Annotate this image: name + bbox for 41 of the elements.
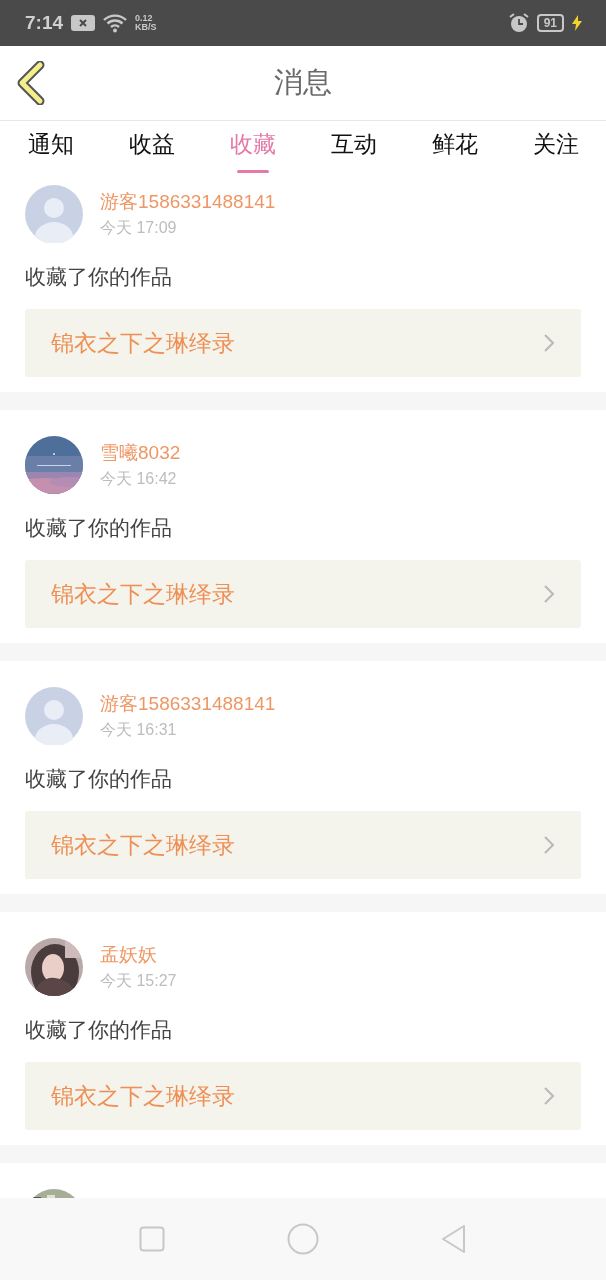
- message-time: 今天 15:27: [100, 971, 177, 991]
- battery-icon: 91: [536, 14, 564, 32]
- tab[interactable]: 通知: [0, 121, 101, 175]
- home-button[interactable]: [287, 1223, 319, 1255]
- chevron-right-icon: [543, 333, 555, 353]
- tab[interactable]: 互动: [303, 121, 404, 175]
- clock-time: 7:14: [25, 12, 64, 34]
- network-speed: 0.12: [135, 14, 154, 23]
- tab[interactable]: 收益: [101, 121, 202, 175]
- network-speed-unit: KB/S: [135, 23, 157, 32]
- message-text: 收藏了你的作品: [25, 264, 173, 290]
- user-name[interactable]: 游客1586331488141: [100, 189, 276, 215]
- tab[interactable]: 收藏: [202, 121, 303, 175]
- avatar-icon: [25, 185, 83, 243]
- message-text: 收藏了你的作品: [25, 1017, 173, 1043]
- chevron-right-icon: [543, 584, 555, 604]
- back-button[interactable]: [16, 61, 46, 105]
- message-time: 今天 17:09: [100, 218, 178, 238]
- wifi-icon: [103, 13, 128, 33]
- recents-button[interactable]: [139, 1226, 165, 1252]
- message-time: 今天 16:42: [100, 469, 178, 489]
- charging-icon: [572, 15, 582, 31]
- back-nav-button[interactable]: [441, 1224, 467, 1254]
- message-text: 收藏了你的作品: [25, 515, 173, 541]
- chevron-right-icon: [543, 1086, 555, 1106]
- work-link[interactable]: 锦衣之下之琳绎录: [25, 811, 581, 879]
- work-link[interactable]: 锦衣之下之琳绎录: [25, 309, 581, 377]
- user-name[interactable]: 孟妖妖: [100, 942, 177, 968]
- tab[interactable]: 鲜花: [404, 121, 505, 175]
- avatar-icon: [25, 687, 83, 745]
- notification-icon: [71, 14, 96, 32]
- message-time: 今天 16:31: [100, 720, 178, 740]
- alarm-icon: [508, 13, 529, 33]
- work-link[interactable]: 锦衣之下之琳绎录: [25, 560, 581, 628]
- work-link[interactable]: 锦衣之下之琳绎录: [25, 1062, 581, 1130]
- tab[interactable]: 关注: [505, 121, 606, 175]
- user-name[interactable]: 雪曦8032: [100, 440, 181, 466]
- message-text: 收藏了你的作品: [25, 766, 173, 792]
- user-name[interactable]: 游客1586331488141: [100, 691, 276, 717]
- chevron-right-icon: [543, 835, 555, 855]
- page-title: 消息: [274, 65, 332, 100]
